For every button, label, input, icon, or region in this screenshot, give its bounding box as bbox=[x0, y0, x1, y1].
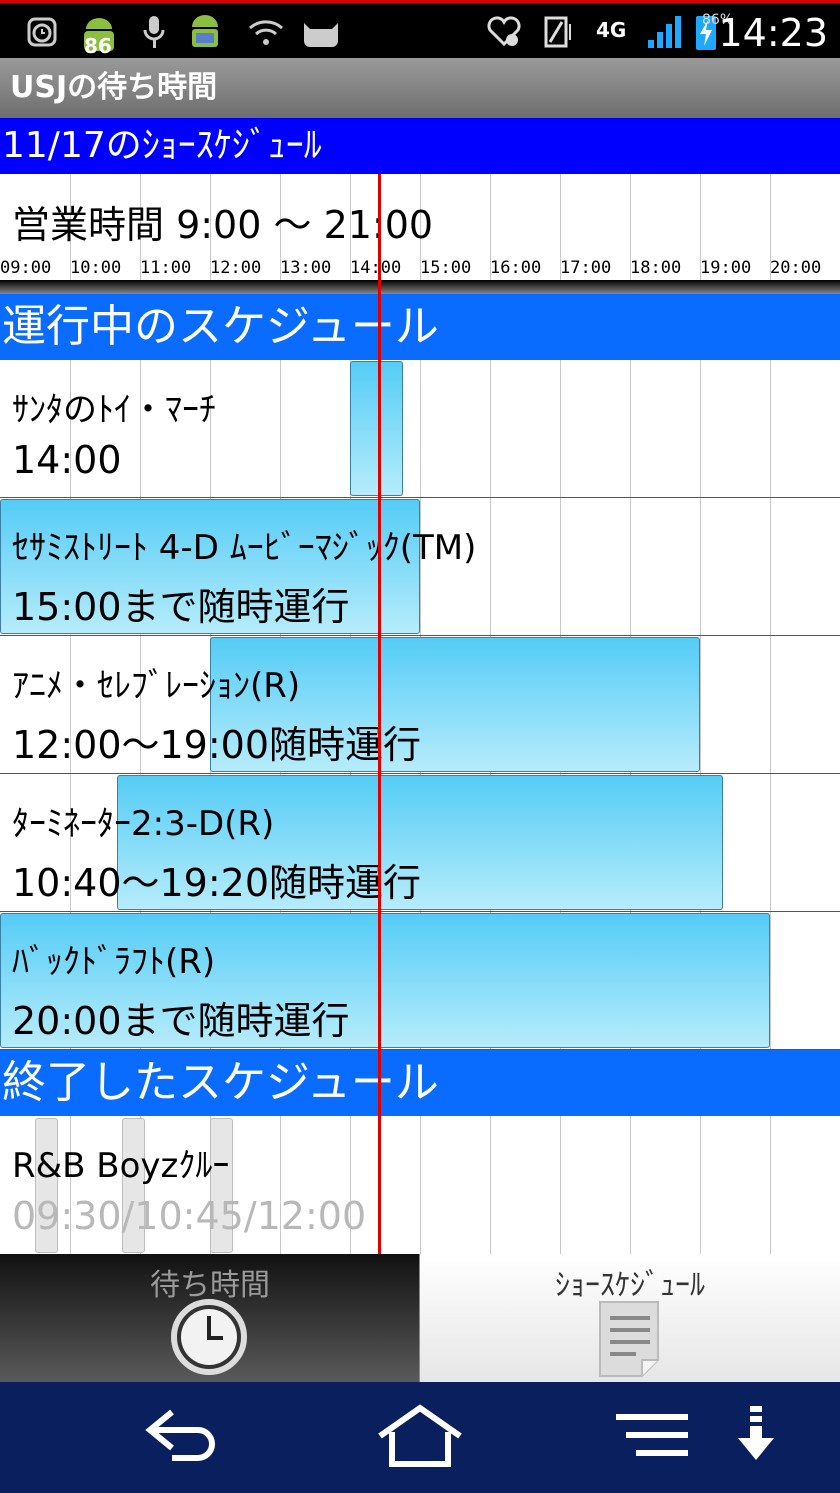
hour-tick: 09:00 bbox=[0, 258, 52, 278]
network-type-label: 4G bbox=[596, 18, 627, 42]
hour-tick: 15:00 bbox=[420, 258, 472, 278]
running-section-header: 運行中のスケジュール bbox=[0, 294, 840, 360]
hour-tick: 14:00 bbox=[350, 258, 402, 278]
show-name: R&B Boyzｸﾙｰ bbox=[12, 1146, 230, 1186]
menu-icon[interactable] bbox=[612, 1402, 692, 1476]
schedule-row[interactable]: ﾀｰﾐﾈｰﾀｰ2:3-D(R) 10:40～19:20随時運行 bbox=[0, 774, 840, 912]
schedule-row[interactable]: R&B Boyzｸﾙｰ 09:30/10:45/12:00 bbox=[0, 1116, 840, 1254]
show-time: 12:00～19:00随時運行 bbox=[12, 723, 422, 767]
show-name: ｱﾆﾒ・ｾﾚﾌﾞﾚｰｼｮﾝ(R) bbox=[12, 666, 301, 706]
hour-tick: 12:00 bbox=[210, 258, 262, 278]
schedule-row[interactable]: ｻﾝﾀのﾄｲ・ﾏｰﾁ 14:00 bbox=[0, 360, 840, 498]
hour-tick: 18:00 bbox=[630, 258, 682, 278]
status-bar: 86 4G 86% 14:23 bbox=[0, 0, 840, 58]
hour-tick: 17:00 bbox=[560, 258, 612, 278]
bottom-tabs: 待ち時間 ｼｮｰｽｹｼﾞｭｰﾙ bbox=[0, 1254, 840, 1382]
show-time: 10:40～19:20随時運行 bbox=[12, 861, 422, 905]
navigation-bar bbox=[0, 1382, 840, 1493]
android-robot-icon bbox=[186, 11, 224, 53]
schedule-date-header: 11/17のｼｮｰｽｹｼﾞｭｰﾙ bbox=[0, 118, 840, 174]
operating-hours-label: 営業時間 9:00 ～ 21:00 bbox=[12, 203, 434, 247]
show-time: 09:30/10:45/12:00 bbox=[12, 1194, 367, 1238]
hour-tick: 16:00 bbox=[490, 258, 542, 278]
ended-section-header: 終了したスケジュール bbox=[0, 1050, 840, 1116]
clock-icon bbox=[170, 1298, 248, 1380]
hour-tick: 19:00 bbox=[700, 258, 752, 278]
hour-tick: 10:00 bbox=[70, 258, 122, 278]
schedule-row[interactable]: ｾｻﾐｽﾄﾘｰﾄ 4-D ﾑｰﾋﾞｰﾏｼﾞｯｸ(TM) 15:00まで随時運行 bbox=[0, 498, 840, 636]
cat-face-icon bbox=[298, 11, 344, 53]
tab-show-schedule[interactable]: ｼｮｰｽｹｼﾞｭｰﾙ bbox=[420, 1254, 840, 1382]
schedule-row[interactable]: ｱﾆﾒ・ｾﾚﾌﾞﾚｰｼｮﾝ(R) 12:00～19:00随時運行 bbox=[0, 636, 840, 774]
hour-tick: 13:00 bbox=[280, 258, 332, 278]
download-icon[interactable] bbox=[734, 1402, 778, 1476]
hour-tick: 20:00 bbox=[770, 258, 822, 278]
show-name: ｾｻﾐｽﾄﾘｰﾄ 4-D ﾑｰﾋﾞｰﾏｼﾞｯｸ(TM) bbox=[12, 528, 477, 568]
heart-monitor-icon bbox=[486, 11, 522, 53]
hour-tick: 11:00 bbox=[140, 258, 192, 278]
hours-divider bbox=[0, 280, 840, 294]
show-name: ｻﾝﾀのﾄｲ・ﾏｰﾁ bbox=[12, 390, 216, 430]
show-time: 14:00 bbox=[12, 438, 122, 482]
clock: 14:23 bbox=[718, 11, 828, 55]
wifi-question-icon bbox=[246, 11, 286, 53]
app-title: USJの待ち時間 bbox=[0, 58, 840, 118]
schedule-bar bbox=[350, 361, 403, 496]
alarm-clock-icon bbox=[26, 11, 58, 53]
show-name: ﾊﾞｯｸﾄﾞﾗﾌﾄ(R) bbox=[12, 942, 216, 982]
show-name: ﾀｰﾐﾈｰﾀｰ2:3-D(R) bbox=[12, 804, 275, 844]
vibrate-mode-icon bbox=[540, 11, 576, 53]
signal-strength-icon bbox=[646, 11, 682, 53]
operating-hours: 営業時間 9:00 ～ 21:00 09:00 10:00 11:00 12:0… bbox=[0, 174, 840, 280]
document-icon bbox=[596, 1298, 666, 1382]
schedule-row[interactable]: ﾊﾞｯｸﾄﾞﾗﾌﾄ(R) 20:00まで随時運行 bbox=[0, 912, 840, 1050]
microphone-icon bbox=[142, 11, 166, 53]
current-time-line bbox=[378, 174, 381, 1254]
home-icon[interactable] bbox=[374, 1402, 466, 1476]
show-time: 15:00まで随時運行 bbox=[12, 585, 350, 629]
back-icon[interactable] bbox=[142, 1402, 222, 1476]
show-time: 20:00まで随時運行 bbox=[12, 999, 350, 1043]
tab-wait-times[interactable]: 待ち時間 bbox=[0, 1254, 420, 1382]
